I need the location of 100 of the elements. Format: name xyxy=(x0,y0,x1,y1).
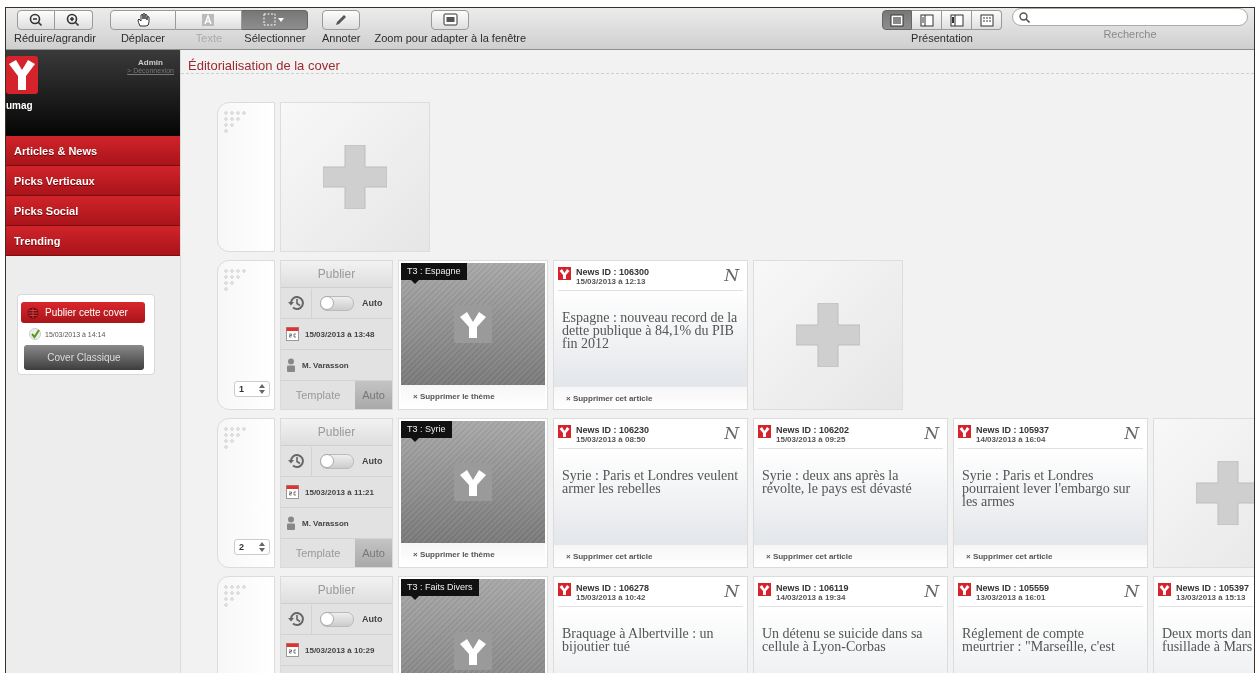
grid-view-icon xyxy=(979,13,994,27)
article-card[interactable]: News ID : 105937 14/03/2013 à 16:04 N Syrie : Paris et Londres pourraient lever l'embargo sur les armes × Supprimer cet article xyxy=(953,418,1148,568)
calendar-icon xyxy=(286,643,299,657)
drag-dots-icon xyxy=(224,269,247,292)
toolbar-button[interactable] xyxy=(16,10,55,30)
logo-icon xyxy=(758,583,771,596)
checkmark-icon xyxy=(29,328,41,340)
toolbar-label: Zoom pour adapter à la fenêtre xyxy=(374,32,527,44)
article-card[interactable]: News ID : 106300 15/03/2013 à 12:13 N Espagne : nouveau record de la dette publique à 84,1% du PIB fin 2012 × Supprimer cet article xyxy=(553,260,748,410)
toolbar-button[interactable] xyxy=(109,10,176,30)
history-icon xyxy=(287,294,305,312)
menu-item[interactable]: Articles & News xyxy=(6,136,180,166)
menu-item[interactable]: Trending xyxy=(6,226,180,256)
text-tool-icon xyxy=(201,13,216,27)
drag-dots-icon xyxy=(224,585,247,608)
stepper-arrows-icon xyxy=(259,542,265,552)
article-id: News ID : 106230 xyxy=(576,425,651,435)
source-mark: N xyxy=(924,583,939,600)
single-page-icon xyxy=(890,13,904,27)
logo-icon xyxy=(454,463,492,501)
source-mark: N xyxy=(724,583,739,600)
menu-item[interactable]: Picks Social xyxy=(6,196,180,226)
logo-icon xyxy=(1158,583,1171,596)
toggle-label: Auto xyxy=(362,456,383,466)
plus-icon xyxy=(323,145,387,209)
selection-icon xyxy=(263,13,286,27)
logo-icon xyxy=(6,56,38,94)
history-icon xyxy=(287,610,305,628)
toolbar-label: Déplacer xyxy=(120,32,165,44)
author-name: M. Varasson xyxy=(302,360,349,370)
publish-date: 15/03/2013 à 10:29 xyxy=(305,645,375,655)
logo-icon xyxy=(558,583,571,596)
article-date: 13/03/2013 à 16:01 xyxy=(976,593,1047,602)
toggle-label: Auto xyxy=(362,614,383,624)
source-mark: N xyxy=(1124,425,1139,442)
search-field[interactable] xyxy=(1012,8,1248,26)
article-card[interactable]: News ID : 105397 13/03/2013 à 15:13 Deux morts dan fusillade à Mars xyxy=(1153,576,1254,673)
source-mark: N xyxy=(924,425,939,442)
calendar-icon xyxy=(286,485,299,499)
author-name: M. Varasson xyxy=(302,518,349,528)
search-icon xyxy=(1019,11,1030,23)
article-date: 15/03/2013 à 12:13 xyxy=(576,277,647,286)
row-handle[interactable] xyxy=(217,102,275,252)
source-mark: N xyxy=(1124,583,1139,600)
user-name: Admin xyxy=(138,58,163,67)
toolbar-label: Annoter xyxy=(321,32,361,44)
toolbar-label: Présentation xyxy=(911,32,973,44)
logo-icon xyxy=(958,425,971,438)
article-date: 15/03/2013 à 10:42 xyxy=(576,593,647,602)
source-mark: N xyxy=(724,267,739,284)
number-stepper[interactable]: 1 xyxy=(234,381,270,397)
row-handle[interactable]: 2 xyxy=(217,418,275,568)
article-card[interactable]: News ID : 106278 15/03/2013 à 10:42 N Braquage à Albertville : un bijoutier tué xyxy=(553,576,748,673)
page-title: Éditorialisation de la cover xyxy=(181,50,1254,74)
row-handle[interactable]: 1 xyxy=(217,260,275,410)
history-icon xyxy=(287,452,305,470)
view-button[interactable] xyxy=(972,10,1002,30)
view-button[interactable] xyxy=(882,10,912,30)
article-date: 15/03/2013 à 08:50 xyxy=(576,435,647,444)
article-id: News ID : 106119 xyxy=(776,583,850,593)
template-button[interactable]: Cover Classique xyxy=(24,345,144,370)
article-card[interactable]: News ID : 105559 13/03/2013 à 16:01 N Réglement de compte meurtrier : "Marseille, c'est xyxy=(953,576,1148,673)
publish-button[interactable]: Publier cette cover xyxy=(21,302,145,323)
toolbar-button[interactable] xyxy=(322,10,361,30)
toolbar-button[interactable] xyxy=(431,10,470,30)
logo-icon xyxy=(558,267,571,280)
toolbar-label: Réduire/agrandir xyxy=(14,32,96,44)
article-id: News ID : 106202 xyxy=(776,425,851,435)
thumbnail-view-icon xyxy=(949,13,964,27)
number-stepper[interactable]: 2 xyxy=(234,539,270,555)
brand-name: umag xyxy=(6,100,33,111)
hand-icon xyxy=(135,13,150,27)
toolbar-label: Sélectionner xyxy=(244,32,306,44)
sidebar-view-icon xyxy=(919,13,934,27)
article-id: News ID : 105559 xyxy=(976,583,1051,593)
logo-icon xyxy=(758,425,771,438)
plus-icon xyxy=(1196,461,1254,525)
zoom-in-icon xyxy=(66,13,81,27)
fit-window-icon xyxy=(442,13,458,27)
toolbar-label: Recherche xyxy=(1103,28,1157,40)
view-button[interactable] xyxy=(942,10,972,30)
view-button[interactable] xyxy=(912,10,942,30)
article-card[interactable]: News ID : 106202 15/03/2013 à 09:25 N Syrie : deux ans après la révolte, le pays est dévasté × Supprimer cet article xyxy=(753,418,948,568)
person-icon xyxy=(286,516,296,530)
drag-dots-icon xyxy=(224,111,247,134)
add-tile[interactable] xyxy=(280,102,430,252)
article-card[interactable]: News ID : 106119 14/03/2013 à 19:34 N Un détenu se suicide dans sa cellule à Lyon-Corbas xyxy=(753,576,948,673)
toggle-label: Auto xyxy=(362,298,383,308)
article-id: News ID : 105397 xyxy=(1176,583,1251,593)
logo-icon xyxy=(958,583,971,596)
calendar-icon xyxy=(286,327,299,341)
article-id: News ID : 106278 xyxy=(576,583,651,593)
stepper-arrows-icon xyxy=(259,384,265,394)
globe-icon xyxy=(27,306,39,319)
article-date: 14/03/2013 à 16:04 xyxy=(976,435,1047,444)
toolbar-button[interactable] xyxy=(54,10,93,30)
article-card[interactable]: News ID : 106230 15/03/2013 à 08:50 N Syrie : Paris et Londres veulent armer les rebelles × Supprimer cet article xyxy=(553,418,748,568)
menu-item[interactable]: Picks Verticaux xyxy=(6,166,180,196)
add-tile[interactable] xyxy=(753,260,903,410)
logo-icon xyxy=(558,425,571,438)
